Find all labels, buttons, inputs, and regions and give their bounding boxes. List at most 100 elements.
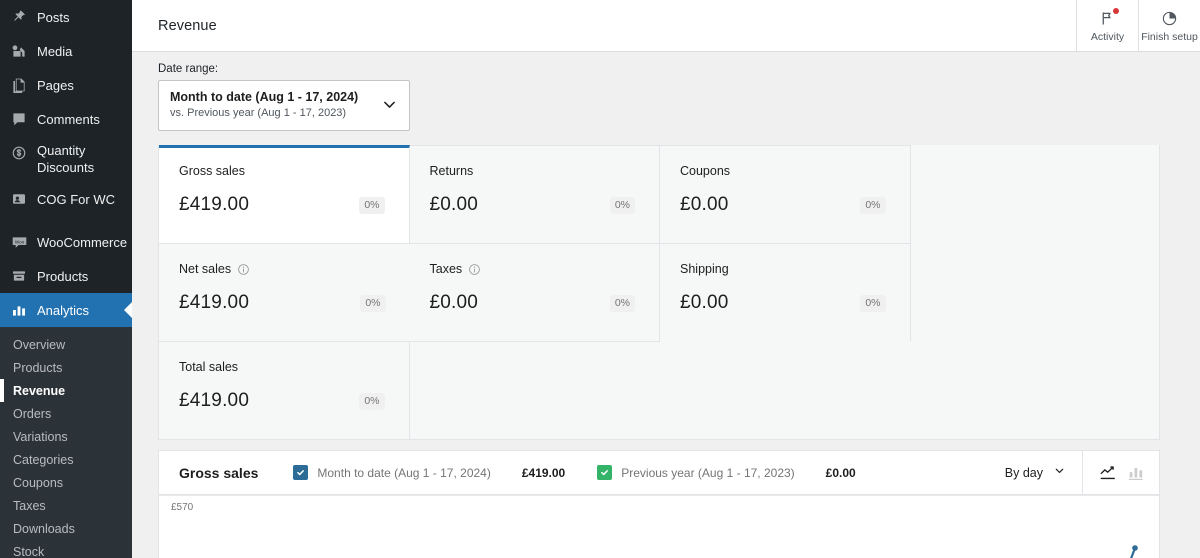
chart-svg — [1130, 545, 1138, 558]
summary-card-label-wrap: Net sales — [179, 262, 392, 276]
sidebar-item-label: COG For WC — [37, 191, 115, 207]
legend-value: £419.00 — [521, 465, 566, 480]
interval-label: By day — [1004, 465, 1043, 480]
sidebar-item-analytics[interactable]: Analytics — [0, 293, 132, 327]
summary-card-row: £0.00 0% — [430, 292, 642, 314]
chart-plot-area: £570 £380 £190 — [159, 495, 1159, 558]
notification-dot — [1113, 7, 1119, 14]
summary-card-label: Shipping — [680, 262, 729, 276]
sidebar-item-label: Posts — [37, 9, 70, 25]
submenu-item-downloads[interactable]: Downloads — [0, 517, 132, 540]
legend-label: Month to date (Aug 1 - 17, 2024) — [317, 465, 491, 480]
summary-card-taxes[interactable]: Taxes £0.00 0% — [409, 243, 660, 341]
woocommerce-analytics-revenue-page: Posts Media Pages Comments Quantity Disc — [0, 0, 1200, 558]
legend-item-current-period[interactable]: Month to date (Aug 1 - 17, 2024) £419.00 — [293, 465, 565, 480]
submenu-item-coupons[interactable]: Coupons — [0, 471, 132, 494]
legend-item-previous-year[interactable]: Previous year (Aug 1 - 17, 2023) £0.00 — [597, 465, 856, 480]
info-icon[interactable] — [237, 263, 250, 276]
submenu-item-overview[interactable]: Overview — [0, 333, 132, 356]
date-range-label: Date range: — [158, 63, 219, 75]
chevron-down-icon — [381, 96, 398, 115]
svg-text:Woo: Woo — [14, 239, 24, 244]
chart-toolbar: By day — [995, 451, 1159, 495]
summary-card-row: £0.00 0% — [680, 194, 892, 216]
finish-setup-button[interactable]: Finish setup — [1138, 0, 1200, 52]
activity-button[interactable]: Activity — [1076, 0, 1138, 52]
gross-sales-chart-card: Gross sales Month to date (Aug 1 - 17, 2… — [158, 450, 1160, 558]
summary-card-label-wrap: Shipping — [680, 262, 892, 276]
summary-card-label-wrap: Total sales — [179, 360, 391, 374]
date-range-primary: Month to date (Aug 1 - 17, 2024) — [170, 90, 359, 104]
summary-card-delta: 0% — [609, 196, 635, 214]
summary-card-delta: 0% — [860, 196, 886, 214]
submenu-item-orders[interactable]: Orders — [0, 402, 132, 425]
date-range-select[interactable]: Month to date (Aug 1 - 17, 2024) vs. Pre… — [158, 80, 410, 131]
summary-card-net-sales[interactable]: Net sales £419.00 0% — [159, 243, 410, 341]
sidebar-item-products[interactable]: Products — [0, 259, 132, 293]
summary-card-delta: 0% — [359, 196, 385, 214]
summary-card-label: Returns — [429, 164, 474, 178]
summary-card-label-wrap: Gross sales — [179, 164, 391, 178]
checkbox-checked-icon[interactable] — [293, 465, 309, 480]
sidebar-item-woocommerce[interactable]: Woo WooCommerce — [0, 225, 132, 259]
summary-card-label: Net sales — [179, 262, 232, 276]
admin-sidebar: Posts Media Pages Comments Quantity Disc — [0, 0, 132, 558]
summary-card-gross-sales[interactable]: Gross sales £419.00 0% — [159, 145, 410, 243]
comments-icon — [9, 109, 29, 129]
summary-card-delta: 0% — [360, 294, 386, 312]
summary-card-value: £419.00 — [179, 292, 250, 313]
sidebar-item-pages[interactable]: Pages — [0, 68, 132, 102]
summary-card-coupons[interactable]: Coupons £0.00 0% — [660, 145, 911, 243]
media-icon — [9, 41, 29, 61]
submenu-item-categories[interactable]: Categories — [0, 448, 132, 471]
sidebar-item-media[interactable]: Media — [0, 34, 132, 68]
summary-card-label-wrap: Coupons — [680, 164, 892, 178]
summary-card-returns[interactable]: Returns £0.00 0% — [409, 145, 660, 243]
summary-card-label: Taxes — [429, 262, 463, 276]
submenu-item-stock[interactable]: Stock — [0, 540, 132, 558]
sidebar-item-comments[interactable]: Comments — [0, 102, 132, 136]
chart-header: Gross sales Month to date (Aug 1 - 17, 2… — [159, 451, 1159, 495]
sidebar-item-label: Products — [37, 268, 89, 284]
sidebar-item-cog-for-wc[interactable]: COG For WC — [0, 182, 132, 216]
info-icon[interactable] — [468, 263, 481, 276]
summary-card-row: £0.00 0% — [680, 292, 892, 314]
checkbox-checked-icon[interactable] — [597, 465, 613, 480]
summary-card-placeholder — [409, 341, 660, 439]
sidebar-item-quantity-discounts[interactable]: Quantity Discounts — [0, 136, 132, 182]
submenu-item-revenue[interactable]: Revenue — [0, 379, 132, 402]
sidebar-item-label: Media — [37, 43, 73, 59]
summary-card-label: Total sales — [179, 360, 239, 374]
chevron-down-icon — [1053, 451, 1066, 495]
submenu-item-taxes[interactable]: Taxes — [0, 494, 132, 517]
date-range-text: Month to date (Aug 1 - 17, 2024) vs. Pre… — [170, 89, 358, 121]
analytics-bars-icon — [9, 300, 29, 320]
summary-card-row: £419.00 0% — [179, 194, 391, 216]
interval-select[interactable]: By day — [995, 451, 1083, 495]
cog-for-wc-icon — [9, 189, 29, 209]
summary-card-total-sales[interactable]: Total sales £419.00 0% — [159, 341, 410, 439]
summary-card-value: £0.00 — [680, 292, 729, 313]
summary-cards: Gross sales £419.00 0% Returns £0.00 0% — [158, 145, 1160, 440]
woocommerce-icon: Woo — [9, 232, 29, 252]
submenu-item-products[interactable]: Products — [0, 356, 132, 379]
sidebar-item-label: WooCommerce — [37, 234, 128, 250]
chart-type-toggle — [1083, 464, 1159, 482]
chart-legend: Month to date (Aug 1 - 17, 2024) £419.00… — [293, 465, 887, 480]
pin-icon — [9, 7, 29, 27]
summary-card-value: £419.00 — [179, 194, 250, 215]
chart-title: Gross sales — [179, 464, 259, 481]
products-icon — [9, 266, 29, 286]
summary-card-value: £0.00 — [429, 194, 479, 215]
finish-setup-label: Finish setup — [1141, 30, 1198, 43]
summary-card-delta: 0% — [609, 294, 635, 312]
line-chart-icon[interactable] — [1099, 464, 1117, 482]
bar-chart-icon[interactable] — [1127, 464, 1145, 482]
sidebar-item-posts[interactable]: Posts — [0, 0, 132, 34]
dollar-circle-icon — [9, 143, 29, 163]
summary-card-row: £0.00 0% — [430, 194, 642, 216]
summary-card-shipping[interactable]: Shipping £0.00 0% — [660, 243, 911, 341]
submenu-item-variations[interactable]: Variations — [0, 425, 132, 448]
pages-icon — [9, 75, 29, 95]
summary-card-label: Gross sales — [179, 164, 245, 178]
